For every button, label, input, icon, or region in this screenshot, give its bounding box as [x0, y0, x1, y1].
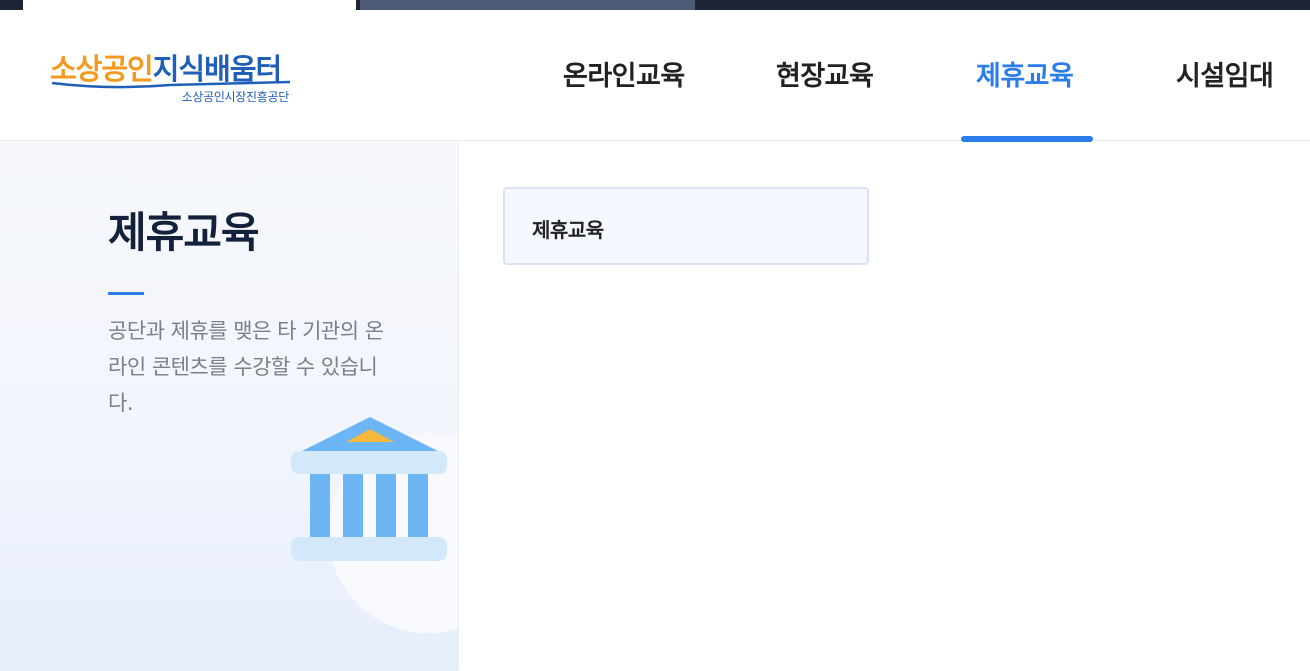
sidebar-description: 공단과 제휴를 맺은 타 기관의 온라인 콘텐츠를 수강할 수 있습니다. — [108, 319, 384, 415]
top-strip-tab-1[interactable] — [23, 0, 356, 10]
nav-active-indicator — [961, 136, 1093, 142]
nav-item-facility-rental[interactable]: 시설임대 — [1176, 54, 1274, 93]
nav-item-online-education[interactable]: 온라인교육 — [563, 54, 685, 93]
main-navigation: 온라인교육 현장교육 제휴교육 시설임대 — [0, 10, 1310, 142]
nav-item-onsite-education[interactable]: 현장교육 — [776, 54, 874, 93]
nav-item-partnership-education[interactable]: 제휴교육 — [976, 54, 1074, 93]
top-strip — [0, 0, 1310, 10]
top-strip-tab-2[interactable] — [360, 0, 695, 10]
sidebar-title-accent — [108, 292, 144, 295]
tab-label: 제휴교육 — [532, 218, 604, 242]
sidebar: 제휴교육 공단과 제휴를 맺은 타 기관의 온라인 콘텐츠를 수강할 수 있습니… — [0, 141, 459, 671]
sidebar-title: 제휴교육 — [108, 208, 260, 257]
institution-building-icon — [291, 417, 447, 561]
tab-partnership-education[interactable]: 제휴교육 — [503, 187, 869, 265]
site-header: 소상공인지식배움터 소상공인시장진흥공단 온라인교육 현장교육 제휴교육 시설임… — [0, 10, 1310, 142]
